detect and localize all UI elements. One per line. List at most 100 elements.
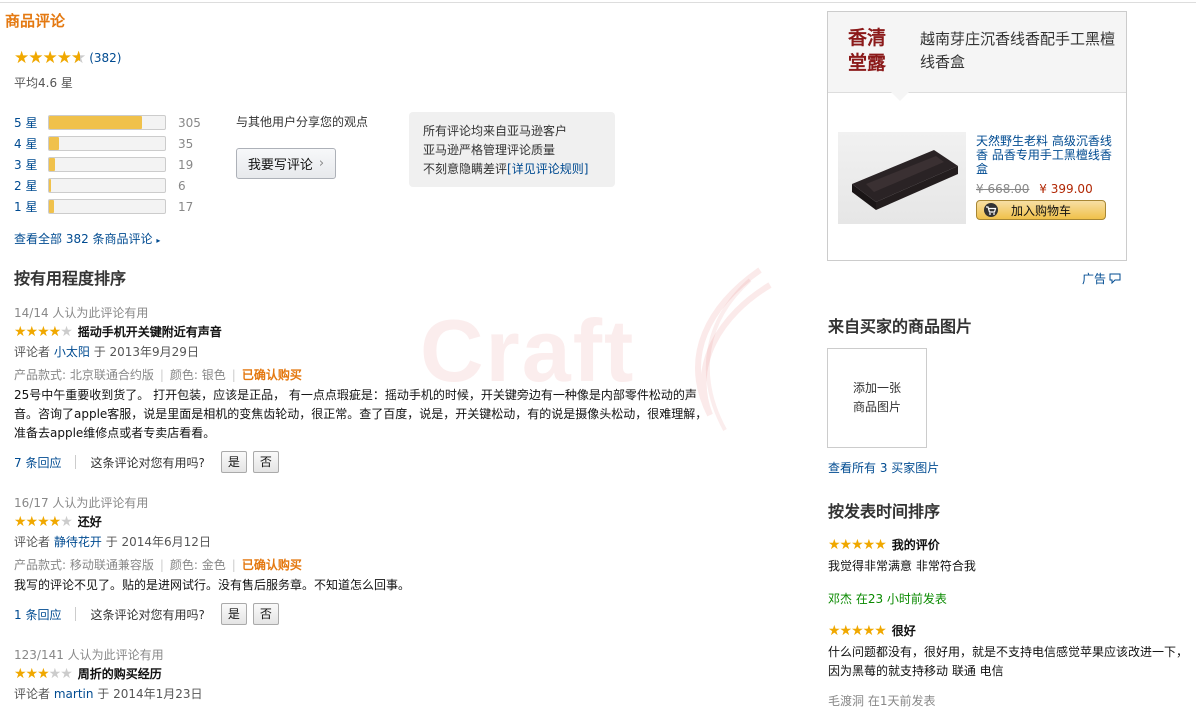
histogram-bar[interactable] (48, 178, 166, 193)
incense-box-icon (852, 150, 958, 210)
top-divider (0, 2, 1196, 3)
review-byline: 评论者 静待花开 于 2014年6月12日 (14, 533, 714, 550)
recent-review-body: 什么问题都没有，很好用，就是不支持电信感觉苹果应该改进一下，因为黑莓的就支持移动… (828, 645, 1189, 678)
verified-badge: 已确认购买 (241, 368, 302, 382)
histogram-fill (49, 200, 54, 213)
recent-review: ★★★★★ 我的评价 我觉得非常满意 非常符合我 邓杰 在23 小时前发表 (828, 536, 1193, 607)
histogram-label[interactable]: 1 星 (14, 198, 48, 215)
verified-badge: 已确认购买 (241, 558, 302, 572)
replies-link[interactable]: 1 条回应 (14, 606, 61, 623)
ad-header: 香清堂露 越南芽庄沉香线香配手工黑檀线香盒 (828, 12, 1126, 93)
sale-price: ¥ 399.00 (1039, 182, 1093, 196)
reviewer-link[interactable]: 静待花开 (54, 535, 102, 549)
add-to-cart-button[interactable]: 加入购物车 (976, 200, 1106, 220)
byline-prefix: 评论者 (14, 535, 51, 549)
section-title: 商品评论 (5, 12, 66, 30)
histogram-label[interactable]: 5 星 (14, 114, 48, 131)
review-count[interactable]: (382) (89, 51, 121, 65)
see-all-label: 查看全部 382 条商品评论 (14, 232, 153, 246)
review-byline: 评论者 martin 于 2014年1月23日 (14, 685, 714, 702)
ad-pointer (890, 91, 910, 101)
helpful-sort-title: 按有用程度排序 (14, 269, 127, 288)
histogram-row-4[interactable]: 4 星 35 (14, 133, 201, 154)
histogram-row-5[interactable]: 5 星 305 (14, 112, 201, 133)
histogram-label[interactable]: 4 星 (14, 135, 48, 152)
review-stars-icon: ★★★★★ (14, 323, 73, 340)
review-date: 于 2014年6月12日 (105, 535, 211, 549)
review-title[interactable]: 摇动手机开关键附近有声音 (78, 323, 222, 340)
histogram-label[interactable]: 2 星 (14, 177, 48, 194)
helpful-count: 16/17 人认为此评论有用 (14, 496, 149, 510)
review-actions: 7 条回应 这条评论对您有用吗? 是 否 (14, 451, 714, 473)
policy-line: 所有评论均来自亚马逊客户 (423, 124, 568, 138)
histogram-count: 6 (178, 178, 186, 193)
recent-review-author[interactable]: 邓杰 在23 小时前发表 (828, 590, 1193, 607)
helpful-yes-button[interactable]: 是 (220, 451, 247, 473)
reviewer-link[interactable]: martin (54, 687, 94, 701)
ad-label: 广告 (1082, 272, 1107, 286)
see-buyer-images-link[interactable]: 查看所有 3 买家图片 (828, 459, 939, 476)
chevron-right-icon: › (318, 156, 325, 171)
helpful-question: 这条评论对您有用吗? (90, 607, 205, 622)
review-date: 于 2013年9月29日 (93, 345, 199, 359)
helpful-count: 14/14 人认为此评论有用 (14, 306, 149, 320)
recent-review-author[interactable]: 毛渡洞 在1天前发表 (828, 692, 935, 709)
histogram-bar[interactable] (48, 136, 166, 151)
write-review-label: 我要写评论 (247, 158, 313, 173)
review-stars-icon: ★★★★★ (14, 665, 73, 682)
review-item: 123/141 人认为此评论有用 ★★★★★ 周折的购买经历 评论者 marti… (14, 646, 714, 702)
time-sort-title: 按发表时间排序 (828, 502, 941, 521)
see-all-reviews-link[interactable]: 查看全部 382 条商品评论 ▸ (14, 230, 160, 247)
review-body: 25号中午重要收到货了。 打开包装，应该是正品， 有一点点瑕疵是：摇动手机的时候… (14, 388, 708, 440)
histogram-row-3[interactable]: 3 星 19 (14, 154, 201, 175)
recent-review-title[interactable]: 很好 (892, 622, 916, 639)
brand-logo: 香清堂露 (848, 27, 887, 74)
product-image[interactable] (838, 132, 966, 224)
overall-rating[interactable]: ★★★★★ ★ (382) (14, 48, 122, 68)
cart-icon (984, 203, 998, 217)
ad-headline[interactable]: 越南芽庄沉香线香配手工黑檀线香盒 (920, 28, 1120, 74)
histogram-count: 19 (178, 157, 194, 172)
review-stars-icon: ★★★★★ (828, 622, 887, 639)
helpful-no-button[interactable]: 否 (252, 603, 279, 625)
review-policy-box: 所有评论均来自亚马逊客户 亚马逊严格管理评论质量 不刻意隐瞒差评[详见评论规则] (409, 112, 615, 187)
review-item: 16/17 人认为此评论有用 ★★★★★ 还好 评论者 静待花开 于 2014年… (14, 494, 714, 625)
ad-feedback-link[interactable]: 广告 (1082, 270, 1121, 287)
review-meta: 产品款式: 移动联通兼容版 | 颜色: 金色 | 已确认购买 (14, 558, 302, 572)
replies-link[interactable]: 7 条回应 (14, 454, 61, 471)
sponsored-ad[interactable]: 香清堂露 越南芽庄沉香线香配手工黑檀线香盒 天然野生老料 高级沉香线香 品香专用… (827, 11, 1127, 261)
helpful-no-button[interactable]: 否 (252, 451, 279, 473)
review-byline: 评论者 小太阳 于 2013年9月29日 (14, 343, 714, 360)
buyer-images-title: 来自买家的商品图片 (828, 317, 973, 336)
histogram-bar[interactable] (48, 199, 166, 214)
ad-price: ¥ 668.00 ¥ 399.00 (976, 182, 1093, 196)
average-rating-text: 平均4.6 星 (14, 76, 73, 90)
histogram-label[interactable]: 3 星 (14, 156, 48, 173)
speech-bubble-icon (1109, 273, 1121, 284)
old-price: ¥ 668.00 (976, 182, 1030, 196)
share-text: 与其他用户分享您的观点 (236, 115, 369, 129)
histogram-bar[interactable] (48, 157, 166, 172)
review-title[interactable]: 还好 (78, 513, 102, 530)
ad-product-title[interactable]: 天然野生老料 高级沉香线香 品香专用手工黑檀线香盒 (976, 134, 1116, 176)
histogram-fill (49, 116, 142, 129)
write-review-button[interactable]: 我要写评论 › (236, 148, 336, 179)
rating-histogram: 5 星 305 4 星 35 3 星 19 2 星 6 1 星 17 (14, 112, 201, 217)
helpful-yes-button[interactable]: 是 (220, 603, 247, 625)
histogram-row-1[interactable]: 1 星 17 (14, 196, 201, 217)
recent-review-body: 我觉得非常满意 非常符合我 (828, 559, 976, 573)
recent-review-title[interactable]: 我的评价 (892, 536, 940, 553)
review-title[interactable]: 周折的购买经历 (78, 665, 162, 682)
recent-review: ★★★★★ 很好 什么问题都没有，很好用，就是不支持电信感觉苹果应该改进一下，因… (828, 622, 1193, 681)
histogram-bar[interactable] (48, 115, 166, 130)
add-image-box[interactable]: 添加一张商品图片 (827, 348, 927, 448)
histogram-count: 17 (178, 199, 194, 214)
reviewer-link[interactable]: 小太阳 (54, 345, 90, 359)
histogram-count: 305 (178, 115, 201, 130)
product-model: 产品款式: 北京联通合约版 (14, 368, 154, 382)
policy-rules-link[interactable]: [详见评论规则] (507, 162, 588, 176)
caret-right-icon: ▸ (156, 236, 161, 245)
histogram-row-2[interactable]: 2 星 6 (14, 175, 201, 196)
product-model: 产品款式: 移动联通兼容版 (14, 558, 154, 572)
byline-prefix: 评论者 (14, 687, 51, 701)
